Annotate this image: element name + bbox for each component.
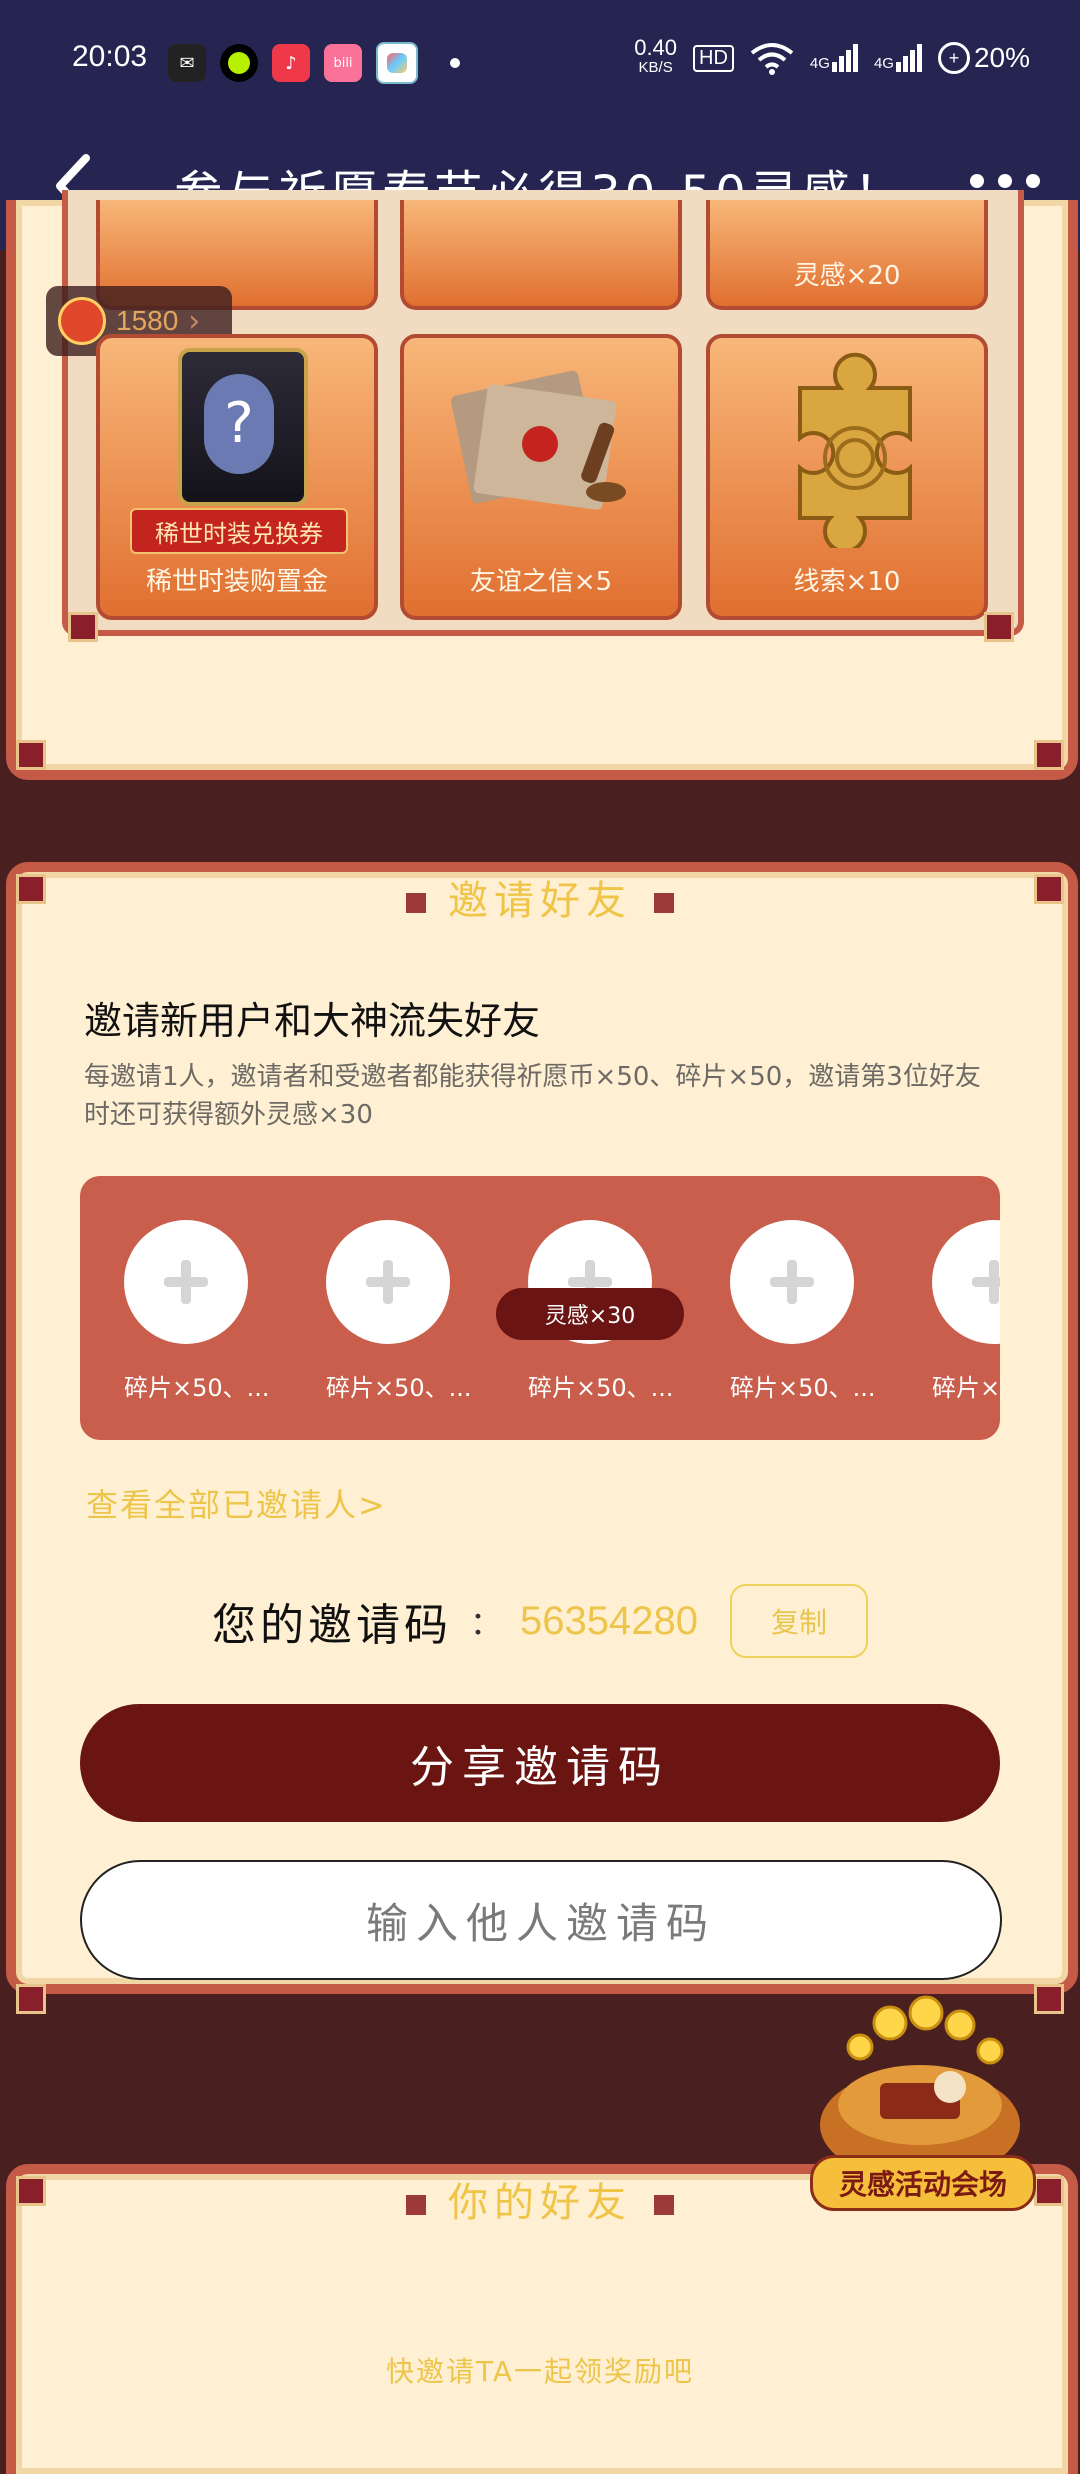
bilibili-app-icon: bili — [324, 44, 362, 82]
add-friend-button[interactable] — [124, 1220, 248, 1344]
reward-tile-letter[interactable]: 友谊之信×5 — [400, 334, 682, 620]
panel-corner-ornament — [984, 612, 1014, 642]
add-friend-button[interactable] — [326, 1220, 450, 1344]
bonus-tag: 灵感×30 — [496, 1288, 684, 1340]
invite-code-row: 您的邀请码 ： 56354280 复制 — [0, 1584, 1080, 1658]
speed-value: 0.40 — [634, 35, 678, 60]
panel-corner-ornament — [1034, 740, 1064, 770]
points-value: 1580 — [116, 305, 179, 336]
activity-venue-badge[interactable]: 灵感活动会场 — [800, 1995, 1040, 2225]
hd-icon: HD — [693, 44, 734, 72]
reward-tile-partial-2[interactable] — [400, 200, 682, 310]
panel-corner-ornament — [16, 740, 46, 770]
letter-icon — [451, 370, 626, 510]
invite-slot[interactable]: 碎片×5 — [932, 1220, 1000, 1403]
battery-percent: 20% — [973, 42, 1030, 73]
status-bar: 20:03 ✉ ♪ bili 0.40 KB/S HD 4G 4G + 20% — [0, 0, 1080, 124]
more-menu-icon[interactable] — [970, 174, 1040, 188]
invite-slots: 碎片×50、... 碎片×50、... 碎片×50、... 灵感×30 碎片×5… — [80, 1176, 1000, 1440]
battery-indicator: + 20% — [937, 42, 1030, 74]
copy-button[interactable]: 复制 — [729, 1584, 868, 1658]
slot-reward-label: 碎片×50、... — [124, 1374, 270, 1402]
invite-section-title-text: 邀请好友 — [448, 878, 632, 924]
invite-heading: 邀请新用户和大神流失好友 — [84, 999, 541, 1043]
gallery-app-icon — [376, 42, 418, 84]
share-invite-code-button[interactable]: 分享邀请码 — [80, 1704, 1000, 1822]
network-speed: 0.40 KB/S — [634, 35, 678, 78]
mystery-card-icon: ? — [178, 348, 308, 506]
net-type-1: 4G — [809, 55, 830, 72]
friends-section-title-text: 你的好友 — [448, 2180, 632, 2226]
title-ornament — [654, 2195, 674, 2215]
invite-section-title: 邀请好友 — [0, 868, 1080, 926]
invite-slot[interactable]: 碎片×50、... — [326, 1220, 472, 1403]
reward-tile-clue[interactable]: 线索×10 — [706, 334, 988, 620]
more-notifications-icon — [450, 58, 460, 68]
reward-tile-fashion[interactable]: ? 稀世时装兑换券 稀世时装购置金 — [96, 334, 378, 620]
reward-label: 灵感×20 — [793, 261, 901, 291]
add-friend-button[interactable] — [932, 1220, 1000, 1344]
status-indicators: 0.40 KB/S HD 4G 4G + 20% — [634, 35, 1030, 78]
invite-code-label: 您的邀请码 — [212, 1600, 452, 1651]
panel-corner-ornament — [16, 1984, 46, 2014]
voucher-ribbon: 稀世时装兑换券 — [130, 508, 348, 554]
reward-tile-partial-3[interactable]: 灵感×20 — [706, 200, 988, 310]
friends-empty-hint: 快邀请TA一起领奖励吧 — [385, 2355, 695, 2388]
slot-reward-label: 碎片×50、... — [730, 1374, 876, 1402]
invite-description: 每邀请1人，邀请者和受邀者都能获得祈愿币×50、碎片×50，邀请第3位好友时还可… — [84, 1062, 981, 1130]
invite-code-separator: ： — [470, 1604, 503, 1642]
view-all-invited-link[interactable]: 查看全部已邀请人> — [86, 1480, 387, 1526]
title-ornament — [406, 2195, 426, 2215]
reward-label: 稀世时装购置金 — [145, 567, 328, 597]
speed-unit: KB/S — [638, 59, 673, 76]
battery-saver-icon: + — [937, 42, 970, 74]
puzzle-piece-icon — [798, 352, 912, 548]
enter-invite-code-button[interactable]: 输入他人邀请码 — [80, 1860, 1002, 1980]
reward-label: 线索×10 — [793, 567, 901, 597]
mail-app-icon: ✉ — [168, 44, 206, 82]
signal-icon-1: 4G — [810, 44, 858, 72]
lion-coin-icon — [58, 297, 106, 345]
status-time: 20:03 — [72, 40, 148, 73]
panel-corner-ornament — [68, 612, 98, 642]
slot-reward-label: 碎片×5 — [932, 1374, 1000, 1402]
slot-reward-label: 碎片×50、... — [326, 1374, 472, 1402]
signal-icon-2: 4G — [874, 44, 922, 72]
reward-label: 友谊之信×5 — [469, 567, 613, 597]
slot-reward-label: 碎片×50、... — [528, 1374, 674, 1402]
green-app-icon — [220, 44, 258, 82]
add-friend-button[interactable] — [730, 1220, 854, 1344]
invite-code-value: 56354280 — [520, 1598, 698, 1643]
music-app-icon: ♪ — [272, 44, 310, 82]
title-ornament — [654, 893, 674, 913]
activity-venue-label: 灵感活动会场 — [810, 2155, 1036, 2211]
invite-slot[interactable]: 碎片×50、... — [124, 1220, 270, 1403]
title-ornament — [406, 893, 426, 913]
net-type-2: 4G — [873, 55, 894, 72]
notification-icons: ✉ ♪ bili — [168, 42, 460, 84]
wifi-icon — [750, 43, 794, 75]
invite-slot[interactable]: 碎片×50、... — [730, 1220, 876, 1403]
